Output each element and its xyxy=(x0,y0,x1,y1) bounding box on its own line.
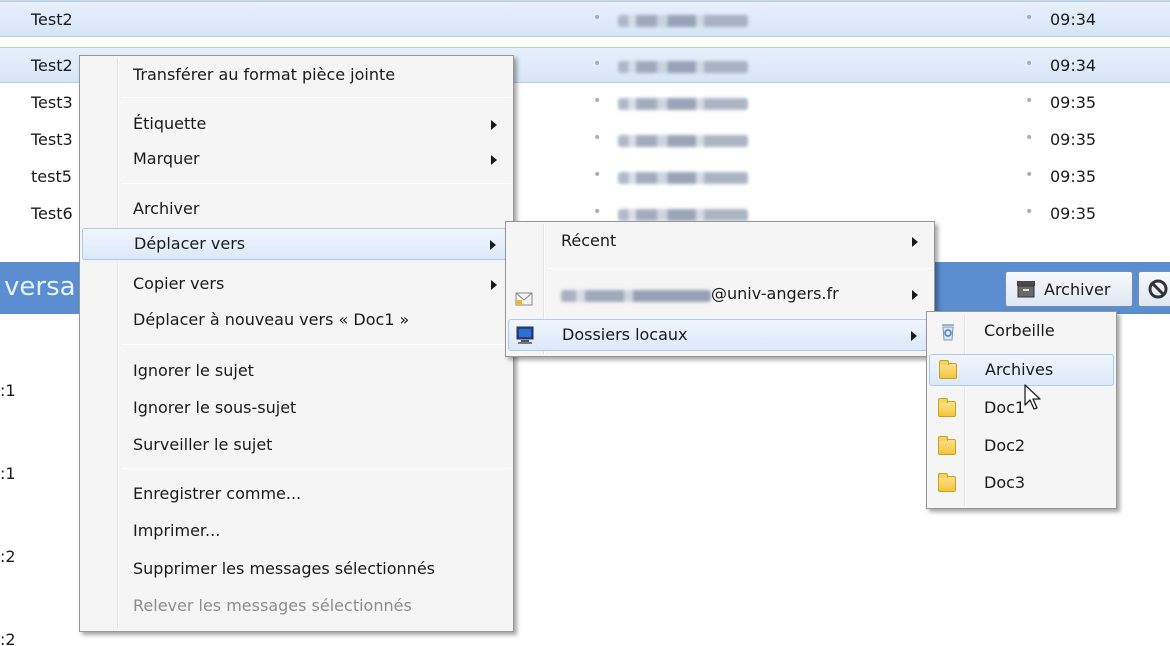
submenu-arrow-icon xyxy=(490,240,496,250)
archive-button-label: Archiver xyxy=(1044,279,1111,299)
folder-icon xyxy=(938,473,956,492)
folder-icon xyxy=(939,360,957,379)
read-status-dot[interactable]: • xyxy=(593,10,601,26)
message-date: 09:35 xyxy=(1050,93,1097,112)
message-date: 09:34 xyxy=(1050,10,1097,29)
junk-status-dot[interactable]: • xyxy=(1025,204,1033,220)
menu-item-tag[interactable]: Étiquette xyxy=(82,109,511,141)
menu-separator xyxy=(122,468,511,469)
message-date: 09:35 xyxy=(1050,167,1097,186)
submenu-arrow-icon xyxy=(911,331,917,341)
sender-redacted xyxy=(618,98,748,110)
menu-item-ignore-subthread[interactable]: Ignorer le sous-sujet xyxy=(82,393,511,425)
menu-item-move-to[interactable]: Déplacer vers xyxy=(82,228,511,260)
block-icon xyxy=(1148,279,1168,299)
menu-item-account[interactable]: @univ-angers.fr xyxy=(508,279,932,311)
archive-box-icon xyxy=(1017,281,1035,298)
menu-item-folder-trash[interactable]: Corbeille xyxy=(929,316,1114,348)
menu-item-archive[interactable]: Archiver xyxy=(82,194,511,226)
read-status-dot[interactable]: • xyxy=(593,56,601,72)
menu-item-folder-doc1[interactable]: Doc1 xyxy=(929,393,1114,425)
message-subject: test5 xyxy=(31,167,72,186)
message-date: 09:34 xyxy=(1050,56,1097,75)
computer-icon xyxy=(516,326,534,344)
move-to-submenu: Récent @univ-angers.fr Dossiers locaux xyxy=(505,221,935,357)
mouse-cursor-icon xyxy=(1024,384,1041,410)
message-row[interactable]: Test2 • • 09:34 xyxy=(0,1,1170,37)
trash-icon xyxy=(942,324,954,341)
sender-redacted xyxy=(618,172,748,184)
message-context-menu: Transférer au format pièce jointe Étique… xyxy=(79,55,514,632)
submenu-arrow-icon xyxy=(491,280,497,290)
submenu-arrow-icon xyxy=(491,155,497,165)
message-subject: Test6 xyxy=(31,204,73,223)
menu-item-get-selected: Relever les messages sélectionnés xyxy=(133,596,412,615)
local-folders-submenu: Corbeille Archives Doc1 Doc2 Doc3 xyxy=(926,311,1117,509)
conversation-count: :2 xyxy=(0,630,16,646)
junk-button[interactable] xyxy=(1138,271,1170,307)
folder-icon xyxy=(938,436,956,455)
menu-item-folder-doc2[interactable]: Doc2 xyxy=(929,431,1114,463)
menu-item-folder-doc3[interactable]: Doc3 xyxy=(929,468,1114,500)
account-name-redacted xyxy=(561,290,711,302)
conversation-count: :1 xyxy=(0,464,16,483)
menu-separator xyxy=(122,183,511,184)
submenu-arrow-icon xyxy=(912,237,918,247)
menu-item-forward-attachment[interactable]: Transférer au format pièce jointe xyxy=(82,60,511,92)
read-status-dot[interactable]: • xyxy=(593,130,601,146)
menu-item-save-as[interactable]: Enregistrer comme... xyxy=(82,479,511,511)
menu-item-watch-thread[interactable]: Surveiller le sujet xyxy=(82,430,511,462)
menu-item-copy-to[interactable]: Copier vers xyxy=(82,269,511,301)
menu-item-move-again[interactable]: Déplacer à nouveau vers « Doc1 » xyxy=(82,305,511,337)
menu-item-delete-selected[interactable]: Supprimer les messages sélectionnés xyxy=(82,554,511,586)
junk-status-dot[interactable]: • xyxy=(1025,93,1033,109)
message-subject: Test2 xyxy=(31,10,73,29)
conversation-title: versa xyxy=(4,272,76,302)
message-subject: Test3 xyxy=(31,130,73,149)
mail-account-icon xyxy=(515,292,533,306)
archive-button[interactable]: Archiver xyxy=(1005,271,1133,307)
message-date: 09:35 xyxy=(1050,130,1097,149)
menu-separator xyxy=(548,268,932,269)
sender-redacted xyxy=(618,61,748,73)
message-subject: Test2 xyxy=(31,56,73,75)
menu-item-recent[interactable]: Récent xyxy=(508,226,932,258)
menu-item-print[interactable]: Imprimer... xyxy=(82,516,511,548)
menu-item-mark[interactable]: Marquer xyxy=(82,144,511,176)
sender-redacted xyxy=(618,15,748,27)
read-status-dot[interactable]: • xyxy=(593,204,601,220)
message-subject: Test3 xyxy=(31,93,73,112)
junk-status-dot[interactable]: • xyxy=(1025,10,1033,26)
conversation-count: :2 xyxy=(0,547,16,566)
menu-separator xyxy=(122,97,511,98)
submenu-arrow-icon xyxy=(912,290,918,300)
menu-separator xyxy=(122,344,511,345)
account-domain: @univ-angers.fr xyxy=(711,284,839,303)
menu-item-folder-archives[interactable]: Archives xyxy=(929,354,1114,386)
sender-redacted xyxy=(618,135,748,147)
read-status-dot[interactable]: • xyxy=(593,93,601,109)
sender-redacted xyxy=(618,209,748,221)
submenu-arrow-icon xyxy=(491,120,497,130)
menu-item-ignore-thread[interactable]: Ignorer le sujet xyxy=(82,356,511,388)
junk-status-dot[interactable]: • xyxy=(1025,167,1033,183)
menu-item-local-folders[interactable]: Dossiers locaux xyxy=(508,319,932,351)
junk-status-dot[interactable]: • xyxy=(1025,56,1033,72)
conversation-count: :1 xyxy=(0,381,16,400)
folder-icon xyxy=(938,398,956,417)
read-status-dot[interactable]: • xyxy=(593,167,601,183)
message-date: 09:35 xyxy=(1050,204,1097,223)
junk-status-dot[interactable]: • xyxy=(1025,130,1033,146)
